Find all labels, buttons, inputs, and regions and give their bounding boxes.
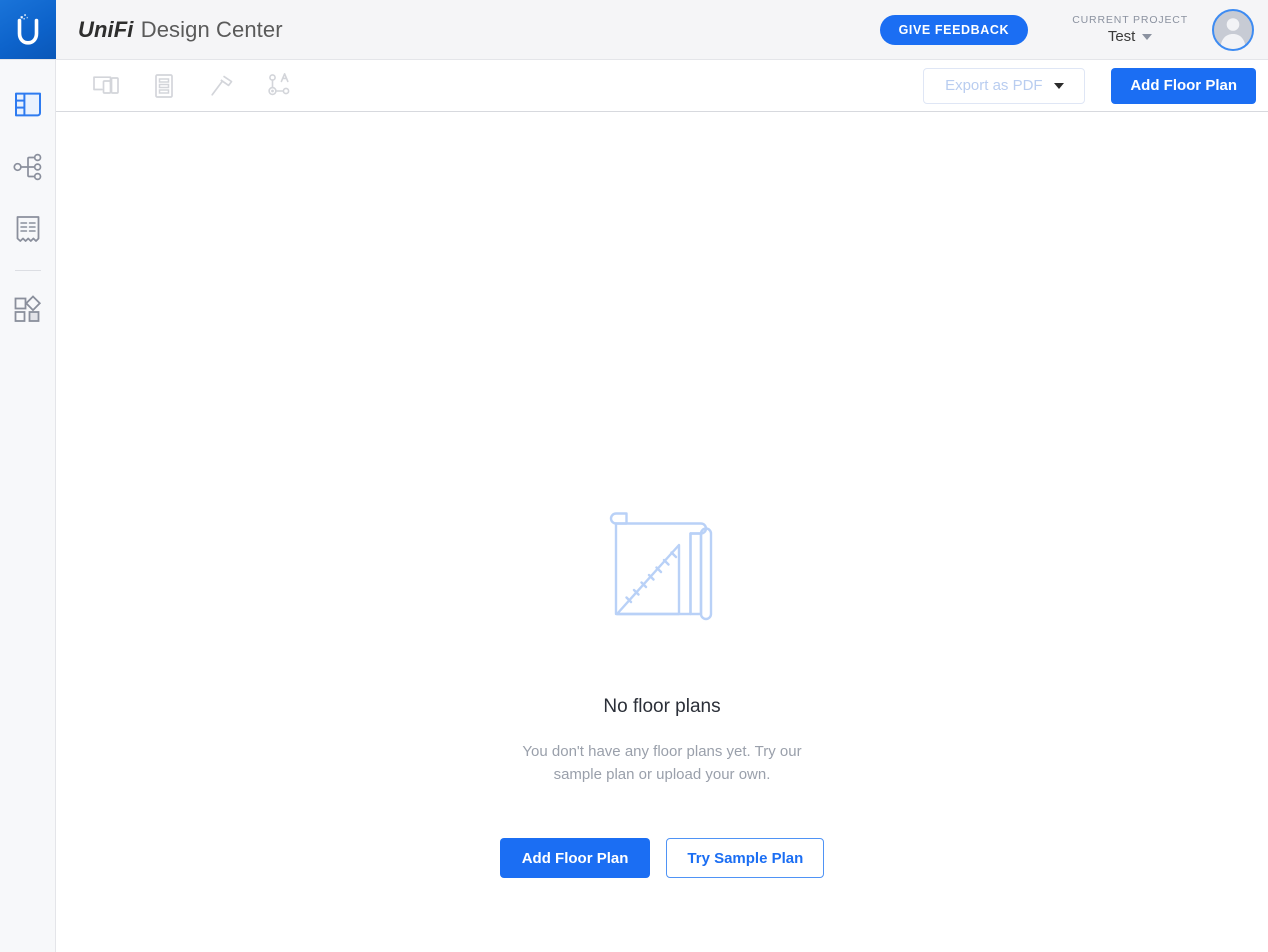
app-root: UniFi Design Center GIVE FEEDBACK CURREN… (0, 0, 1268, 952)
left-sidebar (0, 60, 56, 952)
chevron-down-icon (1142, 33, 1153, 40)
user-avatar-icon (1220, 17, 1246, 49)
export-as-pdf-button[interactable]: Export as PDF (923, 67, 1086, 104)
toolbar: Export as PDF Add Floor Plan (56, 60, 1268, 112)
main-column: Export as PDF Add Floor Plan No floor pl… (56, 60, 1268, 952)
shapes-grid-icon (14, 295, 41, 322)
app-title: UniFi Design Center (78, 17, 283, 43)
empty-state-actions: Add Floor Plan Try Sample Plan (499, 838, 825, 878)
toolbar-devices-tool[interactable] (90, 70, 122, 102)
node-annotation-icon (268, 72, 290, 95)
network-topology-icon (12, 153, 41, 181)
add-floor-plan-toolbar-button[interactable]: Add Floor Plan (1111, 67, 1256, 104)
receipt-icon (16, 216, 39, 242)
document-list-icon (155, 73, 173, 98)
export-as-pdf-label: Export as PDF (945, 77, 1043, 94)
floor-plan-canvas: No floor plans You don't have any floor … (56, 112, 1268, 952)
hammer-icon (211, 74, 233, 96)
empty-state-title: No floor plans (603, 696, 721, 717)
chevron-down-icon (1053, 82, 1064, 89)
add-floor-plan-button[interactable]: Add Floor Plan (499, 838, 651, 878)
empty-state-illustration (600, 507, 724, 636)
header-actions: GIVE FEEDBACK CURRENT PROJECT Test (879, 0, 1268, 59)
ubiquiti-u-logo-icon (17, 13, 39, 45)
ubiquiti-logo[interactable] (0, 0, 56, 59)
give-feedback-button[interactable]: GIVE FEEDBACK (879, 14, 1029, 45)
sidebar-divider (14, 270, 41, 271)
app-header: UniFi Design Center GIVE FEEDBACK CURREN… (0, 0, 1268, 60)
current-project-selector[interactable]: CURRENT PROJECT Test (1072, 14, 1188, 45)
brand-unifi-text: UniFi (78, 16, 134, 42)
sidebar-item-floor-plans[interactable] (0, 74, 56, 136)
toolbar-annotate-tool[interactable] (264, 70, 296, 102)
floor-plan-icon (14, 92, 41, 117)
toolbar-notes-tool[interactable] (148, 70, 180, 102)
empty-state-subtitle: You don't have any floor plans yet. Try … (522, 743, 802, 783)
sidebar-item-shapes[interactable] (0, 279, 56, 341)
brand-secondary-text: Design Center (134, 16, 283, 42)
sidebar-item-topology[interactable] (0, 136, 56, 198)
avatar[interactable] (1212, 8, 1254, 51)
sidebar-item-bill-of-materials[interactable] (0, 198, 56, 260)
try-sample-plan-button[interactable]: Try Sample Plan (666, 838, 825, 878)
toolbar-tools (90, 70, 296, 102)
brand: UniFi Design Center (56, 0, 880, 59)
blueprint-ruler-icon (609, 512, 713, 621)
current-project-label: CURRENT PROJECT (1072, 14, 1188, 26)
devices-icon (93, 75, 119, 94)
current-project-value: Test (1107, 28, 1136, 45)
current-project-value-row[interactable]: Test (1108, 28, 1153, 45)
body-wrapper: Export as PDF Add Floor Plan No floor pl… (0, 60, 1268, 952)
toolbar-build-tool[interactable] (206, 70, 238, 102)
